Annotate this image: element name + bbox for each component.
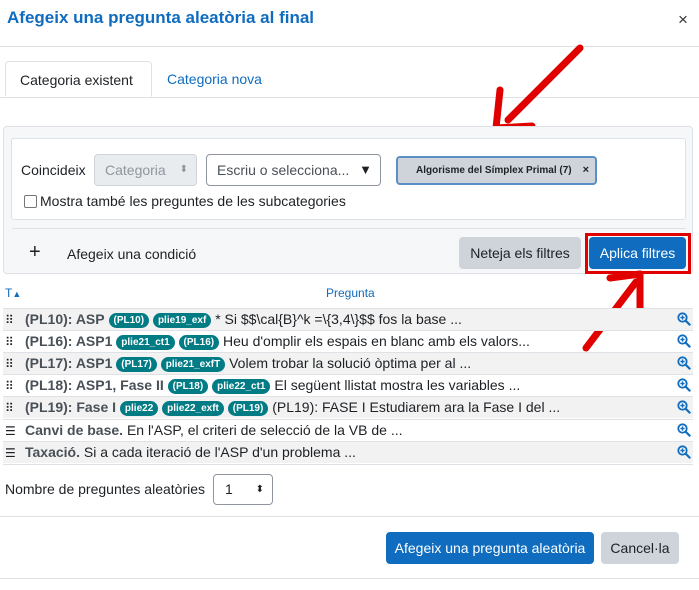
updown-icon: ⬍ [255, 484, 264, 495]
question-tag: (PL17) [116, 357, 157, 372]
question-name: (PL17): ASP1 [25, 355, 113, 371]
cloze-icon: ⠿ [5, 313, 14, 327]
preview-zoom-icon[interactable] [677, 312, 691, 326]
clear-filters-button[interactable]: Neteja els filtres [459, 237, 581, 269]
table-row[interactable]: ☰ Taxació. Si a cada iteració de l'ASP d'… [3, 441, 693, 463]
table-row[interactable]: ⠿ (PL19): Fase I plie22 plie22_exft (PL19… [3, 396, 693, 418]
row-content: (PL17): ASP1 (PL17) plie21_exfT Volem tr… [25, 355, 471, 372]
category-search-placeholder: Escriu o selecciona... [217, 162, 350, 178]
question-tag: plie22_ct1 [212, 379, 271, 394]
question-text: (PL19): FASE I Estudiarem ara la Fase I … [272, 399, 561, 415]
preview-zoom-icon[interactable] [677, 445, 691, 459]
sort-by-type[interactable]: T▲ [5, 286, 21, 300]
cancel-button[interactable]: Cancel·la [601, 532, 679, 564]
question-tag: (PL10) [108, 313, 150, 328]
random-count-label: Nombre de preguntes aleatòries [5, 481, 206, 497]
footer-divider-bottom [0, 578, 699, 579]
footer-divider-top [0, 516, 699, 517]
add-condition-icon[interactable]: + [29, 241, 41, 264]
category-search-input[interactable]: Escriu o selecciona... ▼ [206, 154, 381, 186]
random-count-value: 1 [225, 481, 233, 497]
question-name: (PL18): ASP1, Fase II [25, 377, 164, 393]
question-tag: plie19_exf [152, 313, 212, 328]
row-content: (PL10): ASP (PL10) plie19_exf * Si $$\ca… [25, 311, 462, 328]
filters-divider [12, 228, 686, 229]
table-row[interactable]: ⠿ (PL10): ASP (PL10) plie19_exf * Si $$\c… [3, 308, 693, 330]
table-row[interactable]: ⠿ (PL17): ASP1 (PL17) plie21_exfT Volem t… [3, 352, 693, 374]
dropdown-caret-icon: ▼ [359, 162, 372, 177]
updown-icon: ⬍ [179, 164, 188, 175]
question-tag: plie21_ct1 [116, 335, 175, 350]
row-content: Canvi de base. En l'ASP, el criteri de s… [25, 422, 403, 438]
question-tag: (PL16) [178, 335, 220, 350]
tab-new-category[interactable]: Categoria nova [153, 61, 281, 97]
row-content: (PL16): ASP1 plie21_ct1 (PL16) Heu d'omp… [25, 333, 530, 350]
question-name: (PL16): ASP1 [25, 333, 113, 349]
category-select-value: Categoria [105, 162, 166, 178]
cloze-icon: ⠿ [5, 335, 14, 349]
question-tag: plie22 [119, 401, 159, 416]
table-row[interactable]: ⠿ (PL16): ASP1 plie21_ct1 (PL16) Heu d'om… [3, 330, 693, 352]
sort-asc-icon: ▲ [12, 289, 22, 299]
question-tag: plie22_exft [162, 401, 224, 416]
dialog-title: Afegeix una pregunta aleatòria al final [7, 8, 315, 27]
col-question-label[interactable]: Pregunta [326, 286, 375, 300]
question-tag: plie21_exfT [160, 357, 226, 372]
row-content: (PL18): ASP1, Fase II (PL18) plie22_ct1 … [25, 377, 520, 394]
annotation-arrow-top [492, 44, 584, 132]
question-text: El següent llistat mostra les variables … [274, 377, 521, 393]
multichoice-icon: ☰ [5, 424, 16, 438]
table-row[interactable]: ⠿ (PL18): ASP1, Fase II (PL18) plie22_ct1… [3, 374, 693, 396]
cloze-icon: ⠿ [5, 379, 14, 393]
question-name: (PL19): Fase I [25, 399, 117, 415]
tab-existing-category[interactable]: Categoria existent [5, 61, 152, 97]
subcategories-checkbox[interactable] [24, 195, 37, 208]
add-random-question-button[interactable]: Afegeix una pregunta aleatòria [386, 532, 594, 564]
subcategories-label: Mostra també les preguntes de les subcat… [40, 193, 346, 209]
add-condition-label[interactable]: Afegeix una condició [67, 246, 196, 262]
question-name: Canvi de base. [25, 422, 124, 438]
question-text: En l'ASP, el criteri de selecció de la V… [126, 422, 403, 438]
category-select: Categoria ⬍ [94, 154, 197, 186]
question-text: Heu d'omplir els espais en blanc amb els… [223, 333, 530, 349]
question-text: * Si $$\cal{B}^k =\{3,4\}$$ fos la base … [215, 311, 462, 327]
question-text: Si a cada iteració de l'ASP d'un problem… [83, 444, 356, 460]
match-label: Coincideix [21, 162, 86, 178]
close-icon[interactable]: × [678, 10, 688, 30]
question-name: Taxació. [25, 444, 80, 460]
preview-zoom-icon[interactable] [677, 423, 691, 437]
random-count-select[interactable]: 1 ⬍ [213, 474, 273, 505]
chip-remove-icon[interactable]: × [583, 158, 589, 183]
question-tag: (PL18) [167, 379, 209, 394]
row-content: Taxació. Si a cada iteració de l'ASP d'u… [25, 444, 356, 460]
preview-zoom-icon[interactable] [677, 378, 691, 392]
table-row[interactable]: ☰ Canvi de base. En l'ASP, el criteri de … [3, 419, 693, 441]
question-tag: (PL19) [227, 401, 269, 416]
selected-category-chip: Algorisme del Símplex Primal (7) × [396, 156, 597, 185]
multichoice-icon: ☰ [5, 446, 16, 460]
question-name: (PL10): ASP [25, 311, 105, 327]
row-content: (PL19): Fase I plie22 plie22_exft (PL19)… [25, 399, 560, 416]
preview-zoom-icon[interactable] [677, 400, 691, 414]
list-bottom-divider [3, 464, 693, 465]
cloze-icon: ⠿ [5, 357, 14, 371]
preview-zoom-icon[interactable] [677, 356, 691, 370]
preview-zoom-icon[interactable] [677, 334, 691, 348]
question-text: Volem trobar la solució òptima per al ..… [229, 355, 472, 371]
cloze-icon: ⠿ [5, 401, 14, 415]
chip-label: Algorisme del Símplex Primal (7) [416, 165, 572, 176]
